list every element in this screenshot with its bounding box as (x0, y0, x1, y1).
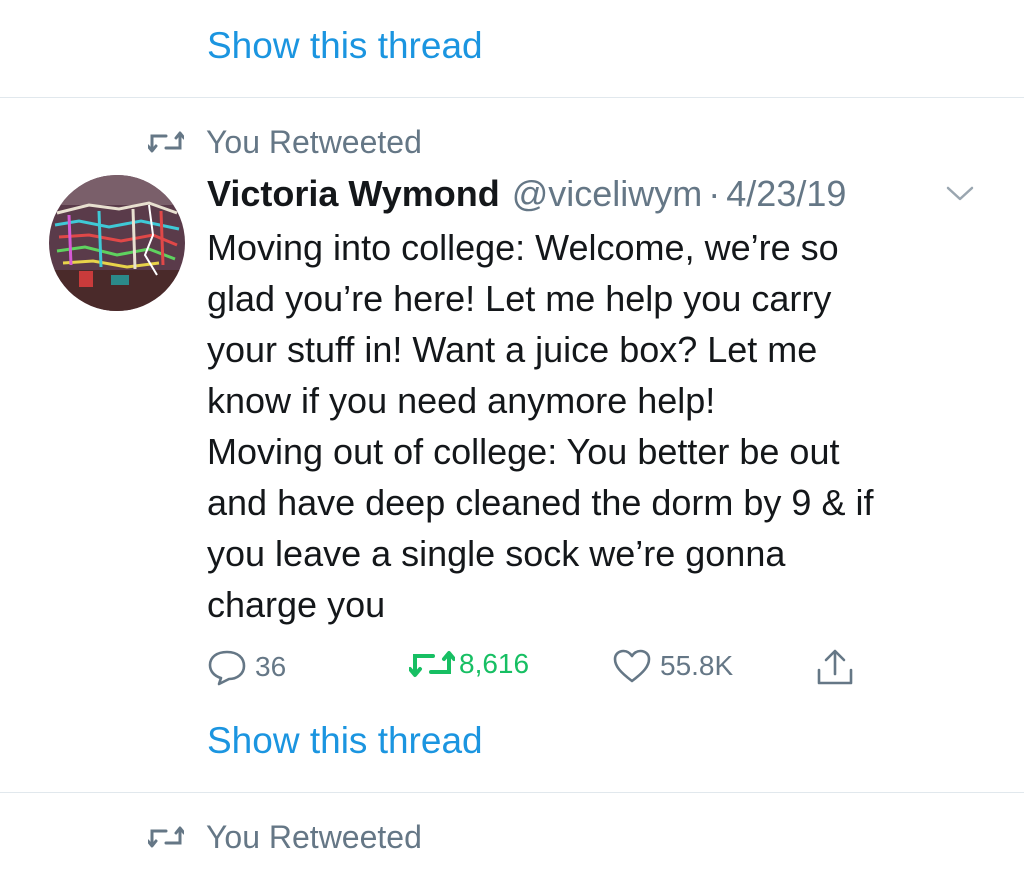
tweet-date[interactable]: 4/23/19 (726, 172, 846, 215)
heart-icon (613, 649, 651, 683)
tweet-text-line: charge you (207, 584, 386, 625)
tweet-divider-top (0, 97, 1024, 98)
tweet-text-line: and have deep cleaned the dorm by 9 & if (207, 482, 874, 523)
tweet-text-line: Moving into college: Welcome, we’re so (207, 227, 839, 268)
reply-button[interactable]: 36 (207, 648, 286, 686)
chevron-down-icon[interactable] (946, 183, 974, 203)
show-thread-link-top[interactable]: Show this thread (207, 27, 483, 64)
retweet-button[interactable]: 8,616 (409, 648, 529, 680)
tweet-text: Moving into college: Welcome, we’re so g… (207, 222, 997, 630)
like-button[interactable]: 55.8K (612, 648, 733, 684)
tweet-divider-bottom (0, 792, 1024, 793)
retweet-icon (148, 131, 184, 153)
retweet-indicator-label: You Retweeted (206, 819, 422, 855)
header-separator: · (708, 173, 721, 214)
tweet-text-line: your stuff in! Want a juice box? Let me (207, 329, 818, 370)
retweet-indicator-next: You Retweeted (148, 821, 422, 853)
share-icon (817, 649, 853, 685)
retweet-icon (148, 826, 184, 848)
reply-count: 36 (255, 651, 287, 682)
avatar-image (49, 175, 185, 311)
tweet-text-line: Moving out of college: You better be out (207, 431, 840, 472)
retweet-icon (409, 651, 455, 677)
tweet-header: Victoria Wymond @viceliwym · 4/23/19 (207, 172, 846, 215)
author-handle[interactable]: @viceliwym (512, 172, 703, 215)
reply-icon (208, 650, 246, 686)
show-thread-link[interactable]: Show this thread (207, 722, 483, 759)
tweet-text-line: know if you need anymore help! (207, 380, 716, 421)
author-name[interactable]: Victoria Wymond (207, 172, 500, 215)
tweet-text-line: you leave a single sock we’re gonna (207, 533, 786, 574)
retweet-indicator: You Retweeted (148, 126, 422, 158)
share-button[interactable] (815, 648, 855, 688)
retweet-count: 8,616 (459, 648, 530, 679)
tweet-text-line: glad you’re here! Let me help you carry (207, 278, 832, 319)
like-count: 55.8K (660, 650, 734, 681)
avatar[interactable] (49, 175, 185, 311)
retweet-indicator-label: You Retweeted (206, 124, 422, 160)
